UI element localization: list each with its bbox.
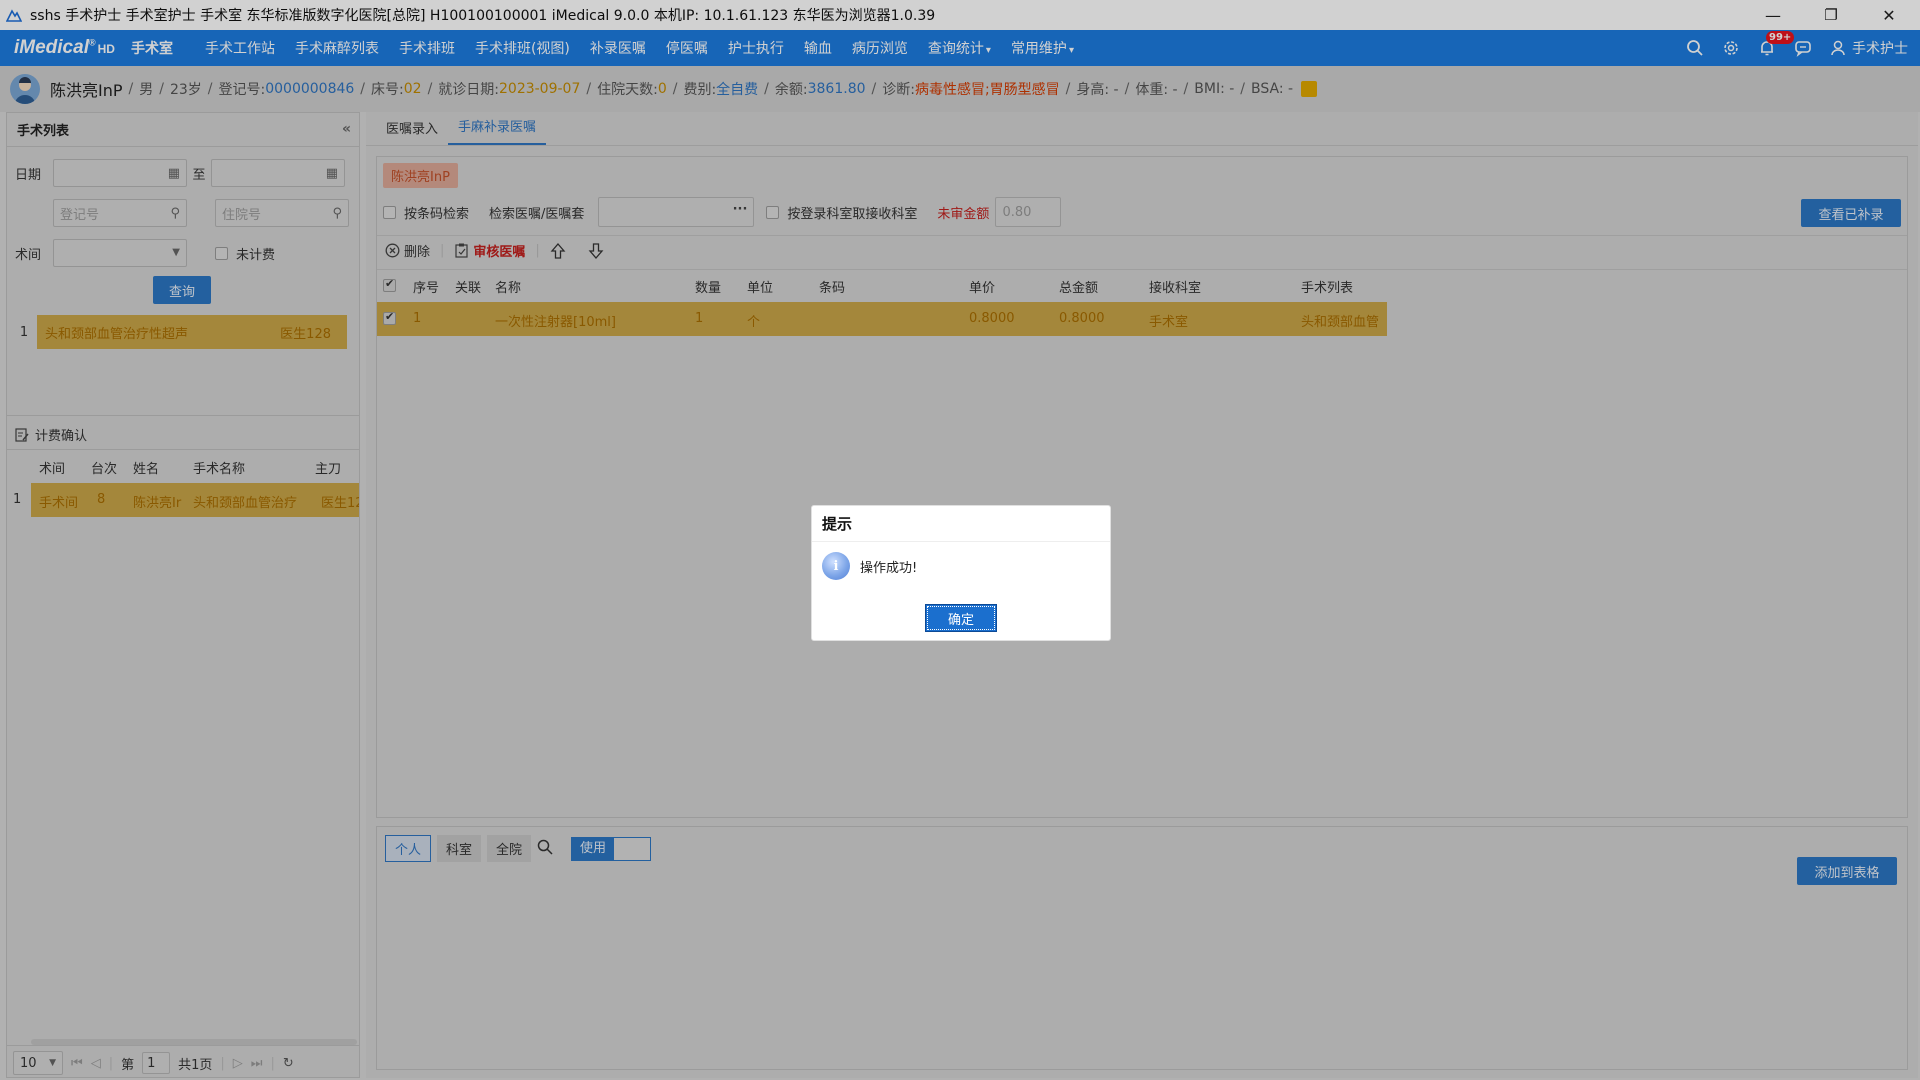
dialog-title: 提示 bbox=[812, 506, 1110, 542]
dialog-body: i 操作成功! bbox=[822, 552, 917, 580]
alert-dialog: 提示 i 操作成功! 确定 bbox=[811, 505, 1111, 641]
ok-button[interactable]: 确定 bbox=[925, 604, 997, 632]
dialog-message: 操作成功! bbox=[860, 560, 918, 576]
info-icon: i bbox=[822, 552, 850, 580]
